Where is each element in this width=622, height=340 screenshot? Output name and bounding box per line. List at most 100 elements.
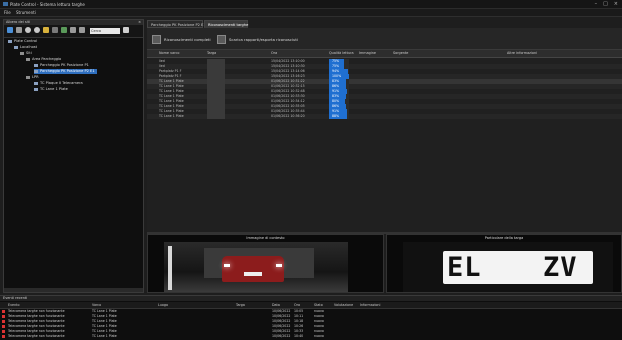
alert-icon [2, 330, 5, 333]
plate-crop: EL ZV [443, 251, 593, 284]
col-image[interactable]: Immagine [359, 51, 376, 55]
minimize-button[interactable]: – [595, 1, 598, 7]
ev-col-plate[interactable]: Targa [236, 303, 245, 307]
title-bar: Plate Control - Sistema lettura targhe –… [0, 0, 622, 9]
tree-node-tc-plaque[interactable]: TC Plaque II Telecamera [34, 81, 85, 86]
folder-icon [20, 52, 24, 55]
camera-icon [34, 88, 38, 91]
context-image-title: Immagine di contesto [246, 236, 285, 240]
ev-col-time[interactable]: Ora [294, 303, 300, 307]
recognitions-table: Nome varco Targa Ora Qualità lettura Imm… [147, 50, 622, 232]
ev-col-evaluation[interactable]: Valutazione [334, 303, 353, 307]
link-icon[interactable] [52, 27, 58, 33]
tab-bar: Parcheggio PK Posizione P2 E1 Riconoscim… [147, 20, 622, 28]
ev-col-place[interactable]: Luogo [158, 303, 168, 307]
tree-node-root[interactable]: Plate Control [8, 39, 39, 44]
event-gate: TC Lane 1 Plate [92, 334, 117, 338]
app-icon [3, 2, 8, 6]
ev-col-date[interactable]: Data [272, 303, 280, 307]
horizontal-scrollbar[interactable] [4, 288, 143, 292]
red-car [222, 256, 284, 282]
event-state: nuovo [314, 334, 324, 338]
tree-node-sites[interactable]: Siti [20, 51, 34, 56]
events-panel: Eventi recenti Evento Varco Luogo Targa … [0, 295, 622, 340]
filter-icon[interactable] [79, 27, 85, 33]
alert-icon [2, 335, 5, 338]
search-icon[interactable] [123, 27, 129, 33]
menu-tools[interactable]: Strumenti [16, 10, 36, 15]
folder-icon[interactable] [43, 27, 49, 33]
quality-bar: 88% [329, 114, 349, 119]
ev-col-gate[interactable]: Varco [92, 303, 101, 307]
alert-icon [2, 315, 5, 318]
headlight-left [224, 264, 230, 267]
tab-plate-recognitions[interactable]: Riconoscimenti targhe [204, 20, 248, 28]
quality-label: 88% [332, 114, 340, 118]
edit-icon[interactable] [16, 27, 22, 33]
alert-icon [2, 320, 5, 323]
panel-title: Albero dei siti [6, 20, 30, 24]
plate-text-right: ZV [543, 252, 578, 283]
server-icon [8, 40, 12, 43]
panel-close-button[interactable]: × [138, 20, 141, 24]
list-icon[interactable] [70, 27, 76, 33]
col-info[interactable]: Altre informazioni [507, 51, 537, 55]
tree-node-parking-p1[interactable]: Parcheggio PK Posizione P1 [34, 63, 91, 68]
tree-node-localhost[interactable]: Localhost [14, 45, 39, 50]
col-time[interactable]: Ora [271, 51, 277, 55]
event-date: 10/06/2022 [272, 334, 291, 338]
folder-icon [26, 58, 30, 61]
tree-node-tc-lane[interactable]: TC Lane 1 Plate [34, 87, 70, 92]
tree-toolbar: Cerca [4, 25, 143, 38]
plate-image-panel: Particolare della targa EL ZV [386, 234, 622, 293]
vehicle-photo [164, 242, 348, 292]
table-header: Nome varco Targa Ora Qualità lettura Imm… [147, 50, 622, 58]
ev-col-info[interactable]: Informazioni [360, 303, 380, 307]
tab-parking-p2[interactable]: Parcheggio PK Posizione P2 E1 [147, 20, 206, 28]
cell-plate [207, 114, 225, 119]
car-plate [244, 272, 262, 276]
close-button[interactable]: × [614, 1, 618, 7]
context-image-panel: Immagine di contesto [147, 234, 384, 293]
tree-node-parking-p2[interactable]: Parcheggio PK Posizione P2 E1 [34, 69, 97, 74]
computer-icon [14, 46, 18, 49]
add-icon[interactable] [7, 27, 13, 33]
tree-node-parking-area[interactable]: Area Parcheggio [26, 57, 63, 62]
events-title: Eventi recenti [3, 296, 28, 300]
results-toolbar: Riconoscimenti completi Scarica rapporti… [147, 28, 622, 50]
col-source[interactable]: Sorgente [393, 51, 408, 55]
export-reports-button[interactable]: Scarica rapporti/esporta riconosciuti [217, 34, 298, 44]
menu-file[interactable]: File [4, 10, 11, 15]
table-icon [152, 34, 161, 44]
door-frame [168, 246, 172, 290]
col-plate[interactable]: Targa [207, 51, 216, 55]
tree-search-input[interactable]: Cerca [90, 28, 120, 34]
folder-icon [26, 76, 30, 79]
tree-node-lpr[interactable]: LPR [26, 75, 41, 80]
camera-icon [34, 70, 38, 73]
headlight-right [276, 264, 282, 267]
plate-text-left: EL [447, 252, 482, 283]
events-columns: Evento Varco Luogo Targa Data Ora Stato … [0, 302, 622, 309]
col-quality[interactable]: Qualità lettura [329, 51, 354, 55]
event-time: 10:40 [294, 334, 304, 338]
col-gate[interactable]: Nome varco [159, 51, 179, 55]
event-row[interactable]: Telecamera targhe non funzionante TC Lane… [0, 334, 622, 339]
ev-col-event[interactable]: Evento [8, 303, 19, 307]
plate-image-title: Particolare della targa [484, 236, 524, 240]
table-row[interactable]: TC Lane 1 Plate 01/06/2022 10:36:20 88% [147, 114, 622, 119]
alert-icon [2, 325, 5, 328]
refresh-icon[interactable] [25, 27, 31, 33]
complete-recognitions-button[interactable]: Riconoscimenti completi [152, 34, 211, 44]
alert-icon [2, 310, 5, 313]
camera-icon [34, 64, 38, 67]
settings-icon[interactable] [34, 27, 40, 33]
menu-bar: File Strumenti [0, 9, 622, 17]
maximize-button[interactable]: □ [603, 1, 608, 7]
plate-photo: EL ZV [403, 242, 613, 292]
event-text: Telecamera targhe non funzionante [8, 334, 65, 338]
site-tree-panel: Albero dei siti × Cerca Plate Control Lo… [3, 19, 144, 293]
ev-col-state[interactable]: Stato [314, 303, 323, 307]
camera-icon[interactable] [61, 27, 67, 33]
window-title: Plate Control - Sistema lettura targhe [10, 2, 85, 7]
